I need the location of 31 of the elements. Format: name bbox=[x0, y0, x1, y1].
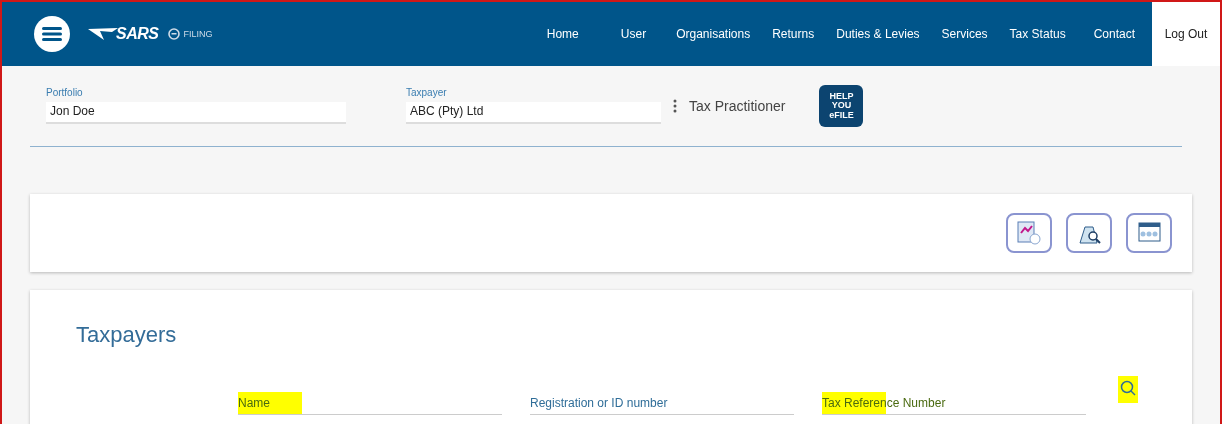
nav-link[interactable]: Contact bbox=[1082, 27, 1146, 41]
document-chart-icon bbox=[1015, 219, 1043, 247]
logout-button[interactable]: Log Out bbox=[1152, 2, 1220, 66]
product-logo: FILING bbox=[183, 29, 213, 39]
search-button[interactable] bbox=[1118, 376, 1138, 403]
search-field[interactable]: Registration or ID number bbox=[530, 392, 794, 415]
workflow-tool-button[interactable] bbox=[1126, 213, 1172, 253]
nav-link[interactable]: Home bbox=[535, 27, 590, 41]
taxpayer-field[interactable]: ABC (Pty) Ltd bbox=[406, 101, 661, 124]
nav-link[interactable]: Services bbox=[930, 27, 999, 41]
menu-button[interactable] bbox=[34, 16, 70, 52]
e-logo-icon bbox=[168, 28, 181, 40]
report-tool-button[interactable] bbox=[1006, 213, 1052, 253]
search-icon bbox=[1120, 380, 1136, 396]
help-you-efile-badge[interactable]: HELP YOU eFILE bbox=[819, 85, 864, 127]
logo-mark-icon bbox=[88, 27, 118, 41]
nav-link[interactable]: Tax Status bbox=[998, 27, 1077, 41]
search-field[interactable]: Name bbox=[238, 392, 502, 415]
brand-logo: SARS bbox=[116, 25, 159, 43]
nav-link[interactable]: Duties & Levies bbox=[825, 27, 931, 41]
field-label: Taxpayer bbox=[406, 86, 448, 98]
more-options-icon[interactable] bbox=[673, 99, 677, 113]
nav-link[interactable]: Returns bbox=[761, 27, 826, 41]
section-title: Taxpayers bbox=[76, 322, 178, 348]
role-label: Tax Practitioner bbox=[689, 98, 786, 114]
portfolio-field[interactable]: Jon Doe bbox=[46, 101, 346, 124]
search-tool-button[interactable] bbox=[1066, 213, 1112, 253]
menu-icon bbox=[42, 26, 62, 42]
nav-link[interactable]: Organisations bbox=[665, 27, 762, 41]
field-label: Portfolio bbox=[46, 86, 84, 98]
nav-link[interactable]: User bbox=[609, 27, 658, 41]
